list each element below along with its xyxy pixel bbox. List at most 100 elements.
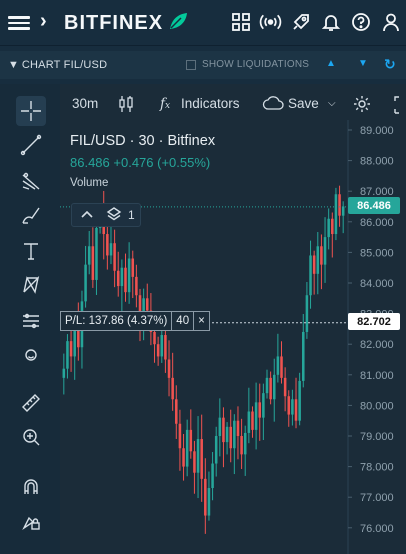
indicators-button[interactable]: Indicators xyxy=(181,96,240,111)
candle-body xyxy=(204,478,207,516)
chevron-up-icon[interactable] xyxy=(80,208,94,222)
candle-body xyxy=(280,356,283,378)
apps-grid-icon[interactable] xyxy=(229,10,252,34)
candle-body xyxy=(269,377,272,400)
candle-body xyxy=(251,411,254,430)
candle-body xyxy=(91,246,95,280)
layers-icon[interactable] xyxy=(106,206,122,225)
candle-body xyxy=(185,429,189,467)
candle-body xyxy=(95,227,98,280)
refresh-icon[interactable]: ↻ xyxy=(384,56,396,73)
menu-icon[interactable] xyxy=(8,13,30,33)
candle-body xyxy=(207,488,211,516)
chart-legend: FIL/USD · 30 · Bitfinex 86.486 +0.476 (+… xyxy=(70,133,215,189)
candle-body xyxy=(316,246,320,274)
cloud-icon[interactable] xyxy=(262,95,284,114)
leaf-icon xyxy=(170,13,187,29)
candle-body xyxy=(106,234,109,256)
candle-body xyxy=(247,411,251,433)
candle-body xyxy=(193,451,196,473)
candle-body xyxy=(127,258,131,293)
help-icon[interactable] xyxy=(349,10,372,34)
panel-title[interactable]: CHART FIL/USD xyxy=(22,59,107,71)
candle-body xyxy=(287,396,291,415)
y-tick-label: 85.000 xyxy=(360,247,394,259)
legend-controls: 1 xyxy=(71,203,141,227)
zoom-in-icon[interactable] xyxy=(16,422,46,452)
save-dropdown-chevron-icon[interactable]: ⌵ xyxy=(328,98,336,109)
legend-volume[interactable]: Volume xyxy=(70,177,215,189)
emoji-icon[interactable] xyxy=(16,340,46,370)
interval-button[interactable]: 30m xyxy=(72,96,98,111)
text-tool-icon[interactable] xyxy=(16,236,46,266)
candle-body xyxy=(225,426,229,443)
rocket-icon[interactable] xyxy=(289,10,312,34)
candle-body xyxy=(131,258,135,277)
y-tick-label: 82.000 xyxy=(360,339,394,351)
crosshair-icon[interactable] xyxy=(16,96,46,126)
brand-logo[interactable]: BITFINEX xyxy=(64,12,163,35)
last-price-tag: 86.486 xyxy=(348,197,400,214)
candle-body xyxy=(214,436,218,464)
candle-body xyxy=(294,399,298,421)
position-pl: P/L: 137.86 (4.37%) xyxy=(61,312,173,330)
position-amount: 40 xyxy=(172,312,195,330)
magnet-icon[interactable] xyxy=(16,472,46,502)
pattern-tool-icon[interactable] xyxy=(16,270,46,300)
chevron-right-icon[interactable]: › xyxy=(40,10,47,33)
candle-body xyxy=(164,335,167,360)
candle-body xyxy=(276,356,280,375)
candle-body xyxy=(196,439,200,473)
candle-body xyxy=(338,194,341,216)
save-button[interactable]: Save xyxy=(288,96,319,111)
candle-body xyxy=(302,331,305,381)
candle-body xyxy=(120,267,124,287)
lock-drawings-icon[interactable] xyxy=(16,506,46,536)
collapse-chevron-icon[interactable]: ▼ xyxy=(8,59,19,71)
ruler-icon[interactable] xyxy=(16,388,46,418)
candle-body xyxy=(262,393,265,418)
brush-icon[interactable] xyxy=(16,200,46,230)
top-bar: › BITFINEX xyxy=(0,0,406,46)
candle-body xyxy=(272,374,276,400)
show-liquidations-toggle[interactable]: SHOW LIQUIDATIONS xyxy=(186,59,309,70)
measure-tool-icon[interactable] xyxy=(16,306,46,336)
y-tick-label: 76.000 xyxy=(360,523,394,535)
candle-body xyxy=(218,417,222,436)
candle-body xyxy=(62,368,66,378)
candle-body xyxy=(160,335,164,357)
y-tick-label: 78.000 xyxy=(360,462,394,474)
candle-body xyxy=(87,246,91,265)
checkbox[interactable] xyxy=(186,59,196,70)
position-label[interactable]: P/L: 137.86 (4.37%) 40 × xyxy=(60,311,210,331)
candle-body xyxy=(265,377,269,394)
candle-body xyxy=(135,276,138,296)
close-position-button[interactable]: × xyxy=(194,312,209,330)
candle-body xyxy=(200,439,203,479)
candle-body xyxy=(298,380,301,421)
candle-body xyxy=(323,237,327,265)
candle-body xyxy=(182,448,185,467)
settings-gear-icon[interactable] xyxy=(353,95,371,116)
candle-body xyxy=(66,341,69,369)
candle-type-icon[interactable] xyxy=(118,94,134,117)
layers-count: 1 xyxy=(128,208,135,222)
candle-body xyxy=(229,426,232,449)
move-down-icon[interactable]: ▼ xyxy=(358,58,368,69)
fx-icon[interactable]: fx xyxy=(160,96,170,112)
y-tick-label: 79.000 xyxy=(360,431,394,443)
candle-body xyxy=(243,432,247,455)
candle-body xyxy=(331,218,334,235)
fib-tool-icon[interactable] xyxy=(16,166,46,196)
y-tick-label: 81.000 xyxy=(360,370,394,382)
trendline-icon[interactable] xyxy=(16,130,46,160)
move-up-icon[interactable]: ▲ xyxy=(326,58,336,69)
bell-icon[interactable] xyxy=(319,10,342,34)
candle-body xyxy=(309,255,312,296)
fullscreen-icon[interactable] xyxy=(394,96,406,117)
y-tick-label: 89.000 xyxy=(360,125,394,137)
user-icon[interactable] xyxy=(379,10,402,34)
candle-body xyxy=(116,270,120,287)
broadcast-icon[interactable] xyxy=(259,10,282,34)
candle-body xyxy=(291,399,294,415)
